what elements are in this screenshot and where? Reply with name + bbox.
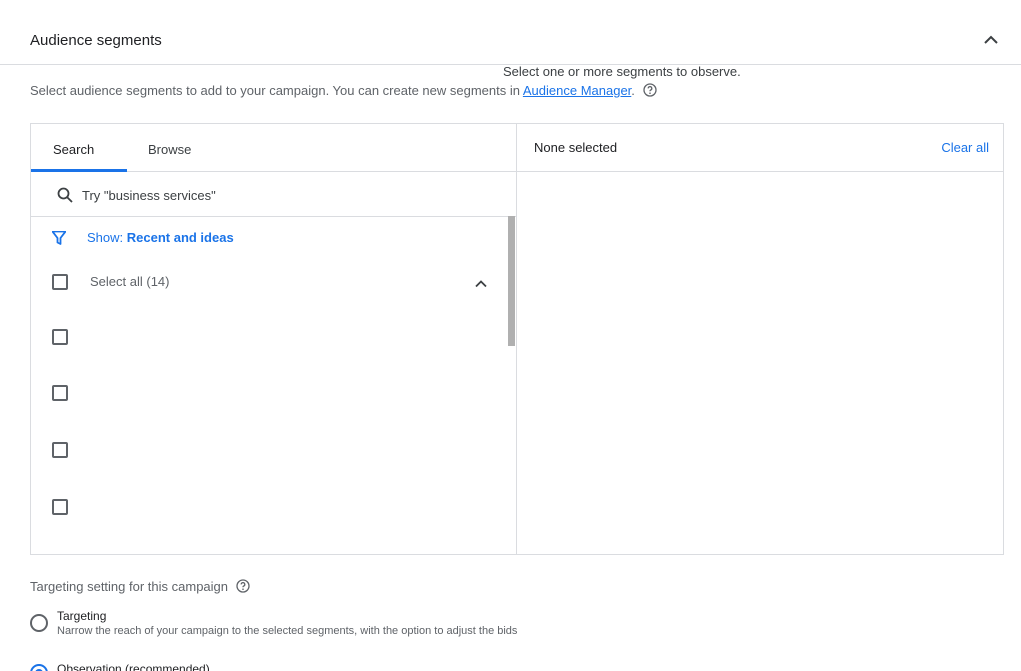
segment-checkbox[interactable] bbox=[52, 385, 68, 401]
select-all-row: Select all (14) bbox=[31, 270, 501, 298]
collapse-section-button[interactable] bbox=[979, 28, 1003, 52]
tab-browse[interactable]: Browse bbox=[148, 142, 191, 157]
help-icon[interactable] bbox=[642, 83, 657, 97]
list-scrollbar[interactable] bbox=[508, 216, 515, 346]
tab-search[interactable]: Search bbox=[53, 142, 94, 157]
segment-picker-panel: Search Browse Show: Recent and ideas Sel… bbox=[30, 123, 1004, 555]
search-bar bbox=[31, 173, 516, 217]
chevron-up-icon[interactable] bbox=[471, 274, 491, 294]
show-filter[interactable]: Show: Recent and ideas bbox=[31, 224, 501, 252]
description-text: Select audience segments to add to your … bbox=[30, 83, 523, 98]
segment-checkbox[interactable] bbox=[52, 329, 68, 345]
targeting-radio[interactable] bbox=[30, 614, 48, 632]
filter-icon bbox=[52, 231, 66, 245]
targeting-option-title: Targeting bbox=[57, 609, 107, 623]
observation-radio[interactable] bbox=[30, 664, 48, 671]
filter-value: Recent and ideas bbox=[126, 230, 234, 245]
section-description: Select audience segments to add to your … bbox=[30, 83, 657, 98]
filter-label: Show: Recent and ideas bbox=[87, 230, 234, 245]
panel-divider bbox=[516, 124, 517, 554]
active-tab-indicator bbox=[31, 169, 127, 172]
select-all-checkbox[interactable] bbox=[52, 274, 68, 290]
chevron-up-icon bbox=[984, 35, 998, 44]
help-icon[interactable] bbox=[235, 579, 250, 593]
segment-checkbox[interactable] bbox=[52, 499, 68, 515]
targeting-option-description: Narrow the reach of your campaign to the… bbox=[57, 625, 518, 637]
segment-checkbox[interactable] bbox=[52, 442, 68, 458]
targeting-setting-text: Targeting setting for this campaign bbox=[30, 579, 228, 594]
search-icon bbox=[57, 187, 73, 203]
section-title: Audience segments bbox=[30, 32, 162, 49]
search-input[interactable] bbox=[82, 185, 482, 205]
description-suffix: . bbox=[631, 83, 635, 98]
filter-prefix: Show: bbox=[87, 230, 127, 245]
observation-option-title: Observation (recommended) bbox=[57, 662, 210, 671]
selection-status: None selected bbox=[534, 140, 618, 155]
empty-selection-message: Select one or more segments to observe. bbox=[503, 64, 741, 79]
audience-manager-link[interactable]: Audience Manager bbox=[523, 83, 631, 98]
select-all-label: Select all (14) bbox=[90, 274, 170, 289]
targeting-setting-label: Targeting setting for this campaign bbox=[30, 579, 250, 594]
tab-bar: Search Browse bbox=[31, 124, 516, 172]
selection-header: None selected Clear all bbox=[517, 124, 1003, 172]
section-header: Audience segments bbox=[0, 0, 1021, 65]
clear-all-button[interactable]: Clear all bbox=[941, 140, 989, 155]
